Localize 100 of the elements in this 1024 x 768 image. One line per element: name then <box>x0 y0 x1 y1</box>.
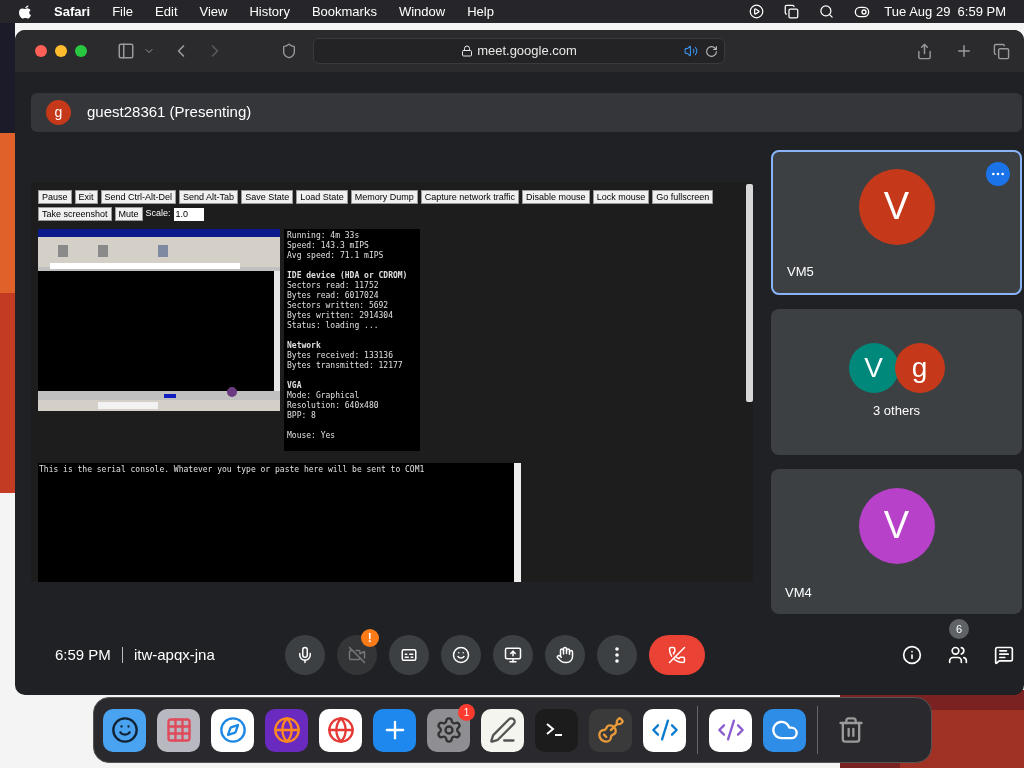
launchpad-icon[interactable] <box>157 708 200 752</box>
stats-line: Bytes transmitted: 12177 <box>287 361 404 371</box>
emulator-button[interactable]: Capture network traffic <box>420 190 520 204</box>
camera-off-icon <box>347 646 366 664</box>
search-icon[interactable] <box>819 4 835 19</box>
menu-item[interactable]: View <box>199 1 228 22</box>
scrollbar[interactable] <box>514 463 521 582</box>
minimize-button[interactable] <box>55 45 67 57</box>
emulator-button[interactable]: Pause <box>38 190 72 204</box>
share-icon[interactable] <box>916 42 933 60</box>
globe-icon[interactable] <box>265 708 308 752</box>
avatar: g <box>894 343 945 394</box>
emulator-button[interactable]: Load State <box>296 190 348 204</box>
menu-item[interactable]: Window <box>398 1 446 22</box>
emulator-button[interactable]: Send Ctrl-Alt-Del <box>100 190 177 204</box>
tabs-icon[interactable] <box>993 42 1010 60</box>
hand-icon <box>555 646 574 664</box>
notification-badge: 1 <box>458 703 475 721</box>
participant-tile[interactable]: V VM4 <box>771 468 1022 614</box>
stats-line: Mouse: Yes <box>287 431 337 441</box>
address-bar[interactable]: meet.google.com <box>313 38 725 64</box>
stats-line: BPP: 8 <box>287 411 317 421</box>
scale-label: Scale: <box>145 207 171 221</box>
captions-icon <box>399 646 418 664</box>
apple-logo-icon[interactable] <box>18 3 32 20</box>
more-icon <box>614 647 619 663</box>
terminal-icon[interactable] <box>535 708 578 752</box>
others-label: 3 others <box>873 402 920 421</box>
people-icon[interactable] <box>948 645 968 665</box>
reload-icon[interactable] <box>705 44 718 58</box>
participant-name: VM4 <box>784 583 813 602</box>
present-button[interactable] <box>492 635 533 675</box>
sidebar-icon[interactable] <box>117 42 135 60</box>
screens-icon[interactable] <box>784 4 800 19</box>
alert-badge: ! <box>360 629 379 647</box>
stats-line: Bytes read: 6017024 <box>287 291 380 301</box>
scale-field[interactable]: 1.0 <box>173 207 204 221</box>
participant-tile[interactable]: V VM5 <box>771 150 1022 296</box>
participant-name: VM5 <box>786 262 815 281</box>
stats-line: Status: loading ... <box>287 321 380 331</box>
stats-line: Mode: Graphical <box>287 391 361 401</box>
stats-line: Avg speed: 71.1 mIPS <box>287 251 385 261</box>
camera-button[interactable] <box>336 635 377 675</box>
emulator-button[interactable]: Mute <box>114 207 143 221</box>
settings-icon[interactable] <box>427 708 470 752</box>
guitar-icon[interactable] <box>589 708 632 752</box>
emulator-button[interactable]: Send Alt-Tab <box>179 190 239 204</box>
zoom-button[interactable] <box>75 45 87 57</box>
presenter-label: guest28361 (Presenting) <box>87 102 252 123</box>
serial-console[interactable]: This is the serial console. Whatever you type or paste here will be sent to COM1 <box>38 463 521 582</box>
new-tab-icon[interactable] <box>955 42 973 60</box>
play-icon[interactable] <box>749 4 765 19</box>
captions-button[interactable] <box>388 635 429 675</box>
emulator-button[interactable]: Save State <box>241 190 294 204</box>
hand-button[interactable] <box>544 635 585 675</box>
menu-item[interactable]: History <box>249 1 290 22</box>
emoji-button[interactable] <box>440 635 481 675</box>
speaker-icon[interactable] <box>684 44 698 58</box>
stats-line: Bytes received: 133136 <box>287 351 394 361</box>
avatar: V <box>848 343 899 394</box>
menu-item[interactable]: Edit <box>155 1 178 22</box>
stats-line: Sectors read: 11752 <box>287 281 380 291</box>
code-editor-icon[interactable] <box>643 708 686 752</box>
shield-icon[interactable] <box>281 43 297 59</box>
scrollbar[interactable] <box>746 184 753 402</box>
menu-item[interactable]: Bookmarks <box>311 1 377 22</box>
clock[interactable]: Tue Aug 29 6:59 PM <box>884 1 1006 22</box>
chat-icon[interactable] <box>994 645 1014 665</box>
weather-icon[interactable] <box>763 708 806 752</box>
stats-line: Speed: 143.3 mIPS <box>287 241 370 251</box>
avatar: V <box>858 168 935 245</box>
emulator-button[interactable]: Memory Dump <box>350 190 418 204</box>
console-text: This is the serial console. Whatever you type or paste here will be sent to COM1 <box>38 464 426 476</box>
notepad-icon[interactable] <box>481 708 524 752</box>
stats-line: Sectors written: 5692 <box>287 301 390 311</box>
emulator-button[interactable]: Take screenshot <box>38 207 112 221</box>
info-icon[interactable] <box>902 645 922 665</box>
emulator-button[interactable]: Disable mouse <box>522 190 590 204</box>
stats-heading: Network <box>287 341 322 351</box>
stats-line: Resolution: 640x480 <box>287 401 380 411</box>
close-button[interactable] <box>35 45 47 57</box>
mic-button[interactable] <box>284 635 325 675</box>
menu-item[interactable]: Help <box>467 1 494 22</box>
meeting-code: itw-apqx-jna <box>133 644 215 665</box>
emulator-button[interactable]: Exit <box>74 190 98 204</box>
stats-line: Running: 4m 33s <box>287 231 361 241</box>
compass-icon[interactable] <box>211 708 254 752</box>
people-count: 6 <box>949 619 969 639</box>
emulator-button[interactable]: Go fullscreen <box>652 190 714 204</box>
url-text: meet.google.com <box>477 42 577 61</box>
menu-item[interactable]: File <box>112 1 134 22</box>
meeting-time: 6:59 PM <box>55 644 111 665</box>
hang-up-button[interactable] <box>648 635 705 675</box>
presenter-avatar: g <box>46 100 71 125</box>
emulator-button[interactable]: Lock mouse <box>592 190 650 204</box>
stats-heading: VGA <box>287 381 303 391</box>
app-menu[interactable]: Safari <box>54 1 91 22</box>
more-button[interactable] <box>596 635 637 675</box>
more-options-button[interactable] <box>986 162 1010 186</box>
participant-tile[interactable]: V g 3 others <box>771 309 1022 455</box>
